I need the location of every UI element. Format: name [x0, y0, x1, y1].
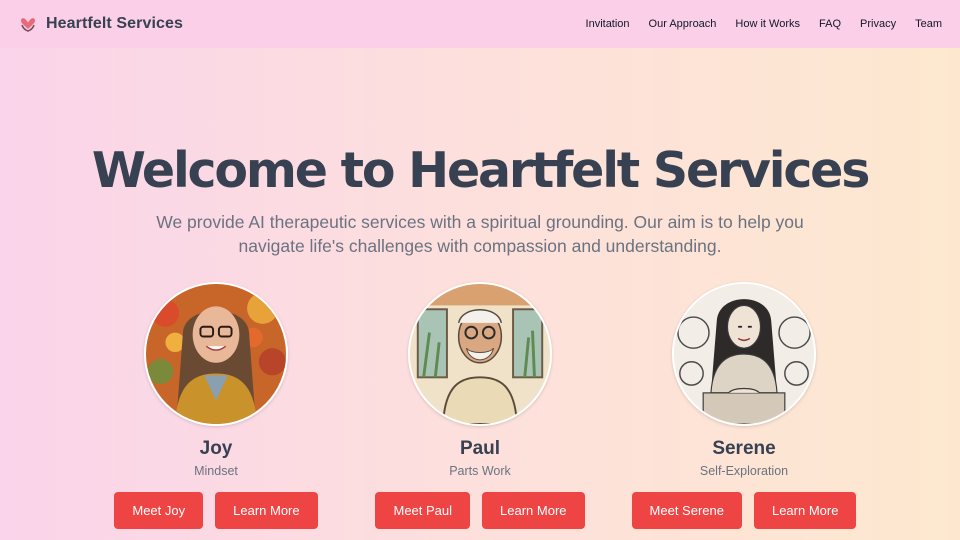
top-navbar: Heartfelt Services Invitation Our Approa… — [0, 0, 960, 48]
brand[interactable]: Heartfelt Services — [19, 15, 183, 33]
member-role: Parts Work — [449, 464, 511, 478]
hero-subtitle: We provide AI therapeutic services with … — [156, 212, 804, 256]
learn-more-serene-button[interactable]: Learn More — [753, 492, 857, 529]
team-card-joy: Joy Mindset Meet Joy Learn More — [86, 282, 346, 529]
nav-our-approach[interactable]: Our Approach — [649, 18, 717, 30]
meet-joy-button[interactable]: Meet Joy — [114, 492, 204, 529]
nav-how-it-works[interactable]: How it Works — [735, 18, 800, 30]
member-name: Serene — [712, 438, 776, 459]
team-card-serene: Serene Self-Exploration Meet Serene Lear… — [614, 282, 874, 529]
button-row: Meet Paul Learn More — [350, 492, 610, 529]
member-name: Paul — [459, 438, 501, 459]
member-role: Mindset — [194, 464, 238, 478]
team-section: Joy Mindset Meet Joy Learn More Paul Par… — [0, 282, 960, 532]
nav-privacy[interactable]: Privacy — [860, 18, 896, 30]
brand-name: Heartfelt Services — [46, 15, 183, 32]
meet-serene-button[interactable]: Meet Serene — [631, 492, 742, 529]
nav-faq[interactable]: FAQ — [819, 18, 841, 30]
learn-more-joy-button[interactable]: Learn More — [215, 492, 318, 529]
button-row: Meet Serene Learn More — [614, 492, 874, 529]
serene-portrait — [672, 282, 816, 426]
page-title: Welcome to Heartfelt Services — [91, 142, 871, 199]
learn-more-paul-button[interactable]: Learn More — [482, 492, 585, 529]
paul-portrait — [408, 282, 552, 426]
nav-invitation[interactable]: Invitation — [586, 18, 630, 30]
member-role: Self-Exploration — [699, 464, 789, 478]
nav-team[interactable]: Team — [915, 18, 942, 30]
member-name: Joy — [199, 438, 233, 459]
button-row: Meet Joy Learn More — [86, 492, 346, 529]
hands-heart-icon — [19, 15, 37, 33]
main-nav: Invitation Our Approach How it Works FAQ… — [586, 18, 942, 30]
meet-paul-button[interactable]: Meet Paul — [375, 492, 471, 529]
hero-section: Welcome to Heartfelt Services We provide… — [0, 140, 960, 258]
joy-portrait — [144, 282, 288, 426]
team-card-paul: Paul Parts Work Meet Paul Learn More — [350, 282, 610, 529]
